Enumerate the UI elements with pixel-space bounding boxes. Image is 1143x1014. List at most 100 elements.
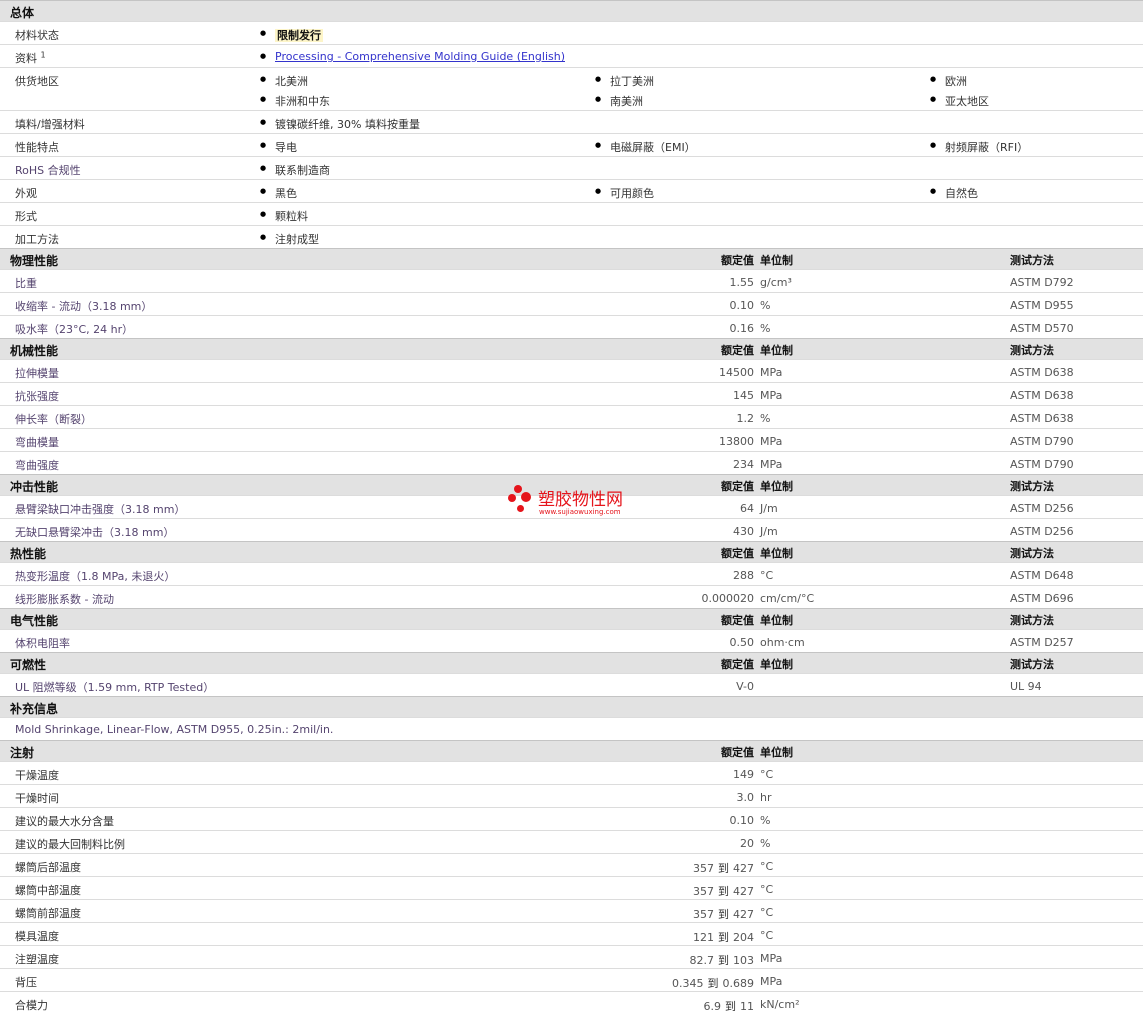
list-item: 射频屏蔽（RFI）	[930, 139, 1028, 155]
row-label: UL 阻燃等级（1.59 mm, RTP Tested）	[15, 681, 215, 694]
section-title: 机械性能	[10, 344, 59, 358]
column-header-value: 额定值	[721, 344, 754, 357]
list-item: 北美洲	[260, 73, 308, 89]
row-unit: %	[760, 412, 771, 425]
list-item: 亚太地区	[930, 93, 989, 109]
range-low: 6.9	[703, 1000, 722, 1013]
column-header-unit: 单位制	[760, 746, 793, 759]
row-filler: 填料/增强材料 镀镍碳纤维, 30% 填料按重量	[0, 110, 1143, 133]
list-item: 非洲和中东	[260, 93, 330, 109]
row-resources: 资料 1 Processing - Comprehensive Molding …	[0, 44, 1143, 67]
row-regions: 供货地区 北美洲 拉丁美洲 欧洲 非洲和中东 南美洲 亚太地区	[0, 67, 1143, 110]
logo-dot	[521, 492, 531, 502]
row-rohs: RoHS 合规性 联系制造商	[0, 156, 1143, 179]
row-unit: MPa	[760, 435, 783, 448]
range-high: 427	[733, 908, 754, 921]
range-separator: 到	[718, 954, 729, 967]
list-item: 拉丁美洲	[595, 73, 654, 89]
row-features: 性能特点 导电 电磁屏蔽（EMI） 射频屏蔽（RFI）	[0, 133, 1143, 156]
row-material-status: 材料状态 限制发行	[0, 21, 1143, 44]
row-value: 149	[733, 768, 754, 781]
column-header-method: 测试方法	[1010, 254, 1054, 267]
row-unit: g/cm³	[760, 276, 792, 289]
row-label: 模具温度	[15, 930, 59, 943]
row-test-method: ASTM D790	[1010, 435, 1074, 448]
list-item: 黑色	[260, 185, 297, 201]
row-value-range: 357 到 427	[693, 883, 754, 899]
table-row: 干燥时间 3.0 hr	[0, 784, 1143, 807]
row-label: 伸长率（断裂）	[15, 413, 92, 426]
row-label: 吸水率（23°C, 24 hr）	[15, 323, 134, 336]
row-value: 1.2	[736, 412, 755, 425]
row-unit: hr	[760, 791, 772, 804]
row-label: 弯曲强度	[15, 459, 59, 472]
range-high: 204	[733, 931, 754, 944]
range-high: 11	[740, 1000, 754, 1013]
row-value: 0.50	[729, 636, 755, 649]
list-item: 限制发行	[260, 27, 323, 43]
row-label: 收缩率 - 流动（3.18 mm）	[15, 300, 153, 313]
logo-dot	[517, 505, 524, 512]
section-title: 热性能	[10, 547, 47, 561]
list-item: 可用颜色	[595, 185, 654, 201]
list-item: 电磁屏蔽（EMI）	[595, 139, 696, 155]
column-header-value: 额定值	[721, 614, 754, 627]
table-row: 拉伸模量 14500 MPa ASTM D638	[0, 359, 1143, 382]
list-item: 镀镍碳纤维, 30% 填料按重量	[260, 116, 420, 132]
column-header-unit: 单位制	[760, 344, 793, 357]
row-label: 建议的最大回制料比例	[15, 838, 125, 851]
range-low: 121	[693, 931, 714, 944]
row-label: 弯曲模量	[15, 436, 59, 449]
table-row: 螺筒中部温度 357 到 427 °C	[0, 876, 1143, 899]
section-header: 物理性能 额定值 单位制 测试方法	[0, 248, 1143, 269]
row-label: 线形膨胀系数 - 流动	[15, 593, 114, 606]
section-header: 电气性能 额定值 单位制 测试方法	[0, 608, 1143, 629]
table-row: 背压 0.345 到 0.689 MPa	[0, 968, 1143, 991]
row-value: 234	[733, 458, 754, 471]
row-value: 64	[740, 502, 754, 515]
molding-guide-link[interactable]: Processing - Comprehensive Molding Guide…	[275, 50, 565, 63]
row-unit: MPa	[760, 952, 783, 965]
table-row: 螺筒后部温度 357 到 427 °C	[0, 853, 1143, 876]
row-unit: °C	[760, 569, 774, 582]
range-low: 0.345	[672, 977, 704, 990]
range-separator: 到	[725, 1000, 736, 1013]
row-label: 合模力	[15, 999, 48, 1012]
table-row: 螺筒前部温度 357 到 427 °C	[0, 899, 1143, 922]
section-header-overview: 总体	[0, 0, 1143, 21]
column-header-value: 额定值	[721, 658, 754, 671]
range-separator: 到	[707, 977, 719, 990]
row-test-method: ASTM D256	[1010, 525, 1074, 538]
row-value: 0.000020	[701, 592, 755, 605]
list-item: 自然色	[930, 185, 978, 201]
section-title: 电气性能	[10, 614, 59, 628]
row-label: 干燥温度	[15, 769, 59, 782]
section-header: 热性能 额定值 单位制 测试方法	[0, 541, 1143, 562]
table-row: 吸水率（23°C, 24 hr） 0.16% ASTM D570	[0, 315, 1143, 338]
row-unit: MPa	[760, 366, 783, 379]
watermark-url: www.sujiaowuxing.com	[539, 508, 621, 516]
column-header-unit: 单位制	[760, 480, 793, 493]
supplement-note: Mold Shrinkage, Linear-Flow, ASTM D955, …	[15, 723, 334, 736]
row-unit: %	[760, 837, 771, 850]
range-separator: 到	[718, 931, 729, 944]
table-row: 体积电阻率 0.50 ohm·cm ASTM D257	[0, 629, 1143, 652]
range-low: 357	[693, 908, 714, 921]
row-value: 1.55	[729, 276, 755, 289]
range-low: 357	[693, 862, 714, 875]
row-label: 热变形温度（1.8 MPa, 未退火）	[15, 570, 176, 583]
row-label: RoHS 合规性	[15, 164, 81, 177]
row-label: 性能特点	[15, 141, 59, 154]
row-test-method: ASTM D638	[1010, 412, 1074, 425]
row-unit: %	[760, 814, 771, 827]
row-value: 145	[733, 389, 754, 402]
row-test-method: ASTM D696	[1010, 592, 1074, 605]
row-label: 填料/增强材料	[15, 118, 85, 131]
row-test-method: ASTM D790	[1010, 458, 1074, 471]
range-high: 103	[733, 954, 754, 967]
range-high: 427	[733, 885, 754, 898]
column-header-unit: 单位制	[760, 547, 793, 560]
column-header-method: 测试方法	[1010, 547, 1054, 560]
row-value: 0.16	[729, 322, 755, 335]
row-value: 13800	[719, 435, 754, 448]
